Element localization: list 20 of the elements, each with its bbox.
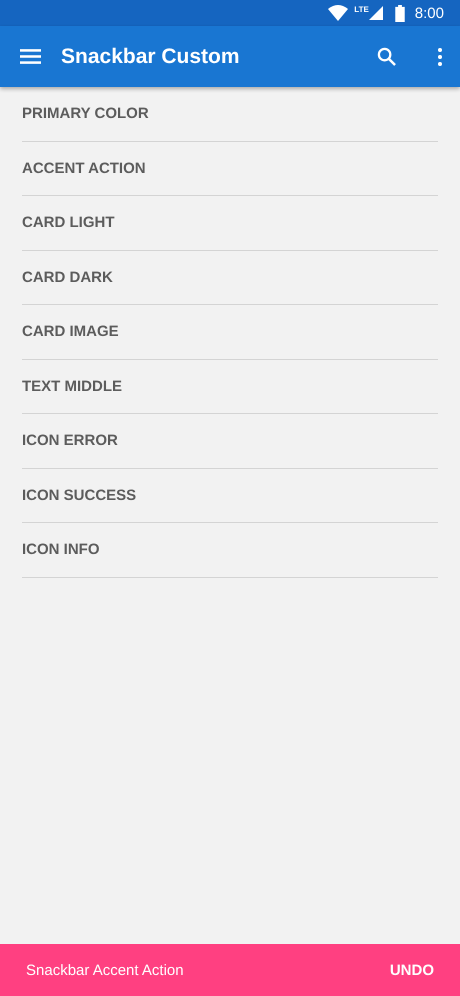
list-item[interactable]: CARD DARK: [22, 250, 438, 305]
list-item[interactable]: ICON INFO: [22, 523, 438, 578]
app-title: Snackbar Custom: [61, 44, 241, 68]
list-item[interactable]: ICON ERROR: [22, 414, 438, 468]
list-item[interactable]: ACCENT ACTION: [22, 142, 438, 196]
list-item[interactable]: PRIMARY COLOR: [22, 87, 438, 142]
list-item[interactable]: ICON SUCCESS: [22, 468, 438, 523]
network-type: LTE: [354, 5, 369, 14]
snackbar-message: Snackbar Accent Action: [26, 962, 184, 978]
list-item[interactable]: TEXT MIDDLE: [22, 360, 438, 414]
search-icon[interactable]: [377, 47, 396, 66]
undo-button[interactable]: UNDO: [376, 958, 448, 982]
signal-icon: [368, 6, 383, 20]
menu-icon[interactable]: [20, 49, 41, 64]
list-item[interactable]: CARD LIGHT: [22, 196, 438, 250]
more-icon[interactable]: [438, 48, 442, 66]
status-time: 8:00: [414, 4, 444, 22]
battery-icon: [394, 4, 405, 22]
list-item[interactable]: CARD IMAGE: [22, 305, 438, 360]
wifi-icon: [328, 5, 348, 21]
